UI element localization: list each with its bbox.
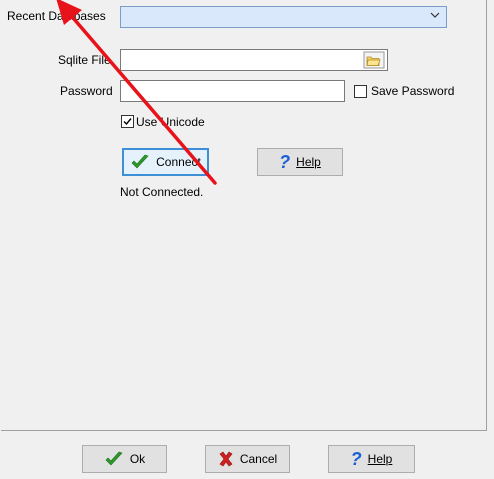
connect-button-label: Connect bbox=[156, 155, 201, 169]
sqlite-file-label: Sqlite File bbox=[58, 53, 111, 67]
connection-status: Not Connected. bbox=[120, 185, 204, 199]
save-password-checkbox[interactable] bbox=[354, 85, 367, 98]
cancel-button[interactable]: Cancel bbox=[205, 445, 290, 473]
help-question-icon: ? bbox=[279, 152, 291, 172]
help-button-top[interactable]: ? Help bbox=[257, 148, 343, 176]
browse-file-button[interactable] bbox=[363, 51, 385, 69]
use-unicode-checkbox[interactable] bbox=[121, 115, 134, 128]
open-folder-icon bbox=[363, 51, 385, 69]
checkmark-icon bbox=[105, 451, 123, 466]
help-question-icon: ? bbox=[350, 449, 362, 469]
help-button-bottom[interactable]: ? Help bbox=[328, 445, 415, 473]
recent-databases-dropdown[interactable] bbox=[120, 6, 447, 28]
cancel-button-label: Cancel bbox=[239, 452, 278, 466]
checkmark-icon bbox=[131, 154, 149, 169]
help-button-top-label: Help bbox=[296, 155, 321, 169]
ok-button[interactable]: Ok bbox=[82, 445, 167, 473]
recent-databases-label: Recent Databases bbox=[7, 9, 106, 23]
help-button-bottom-label: Help bbox=[367, 452, 393, 466]
use-unicode-label[interactable]: Use Unicode bbox=[136, 115, 205, 129]
red-x-icon bbox=[219, 451, 233, 467]
save-password-label[interactable]: Save Password bbox=[371, 84, 454, 98]
ok-button-label: Ok bbox=[129, 452, 146, 466]
password-input[interactable] bbox=[120, 80, 345, 102]
password-label: Password bbox=[60, 84, 113, 98]
sqlite-file-input[interactable] bbox=[120, 49, 388, 71]
chevron-down-icon bbox=[430, 12, 440, 18]
checkmark-icon bbox=[123, 118, 132, 126]
connect-button[interactable]: Connect bbox=[122, 148, 209, 176]
